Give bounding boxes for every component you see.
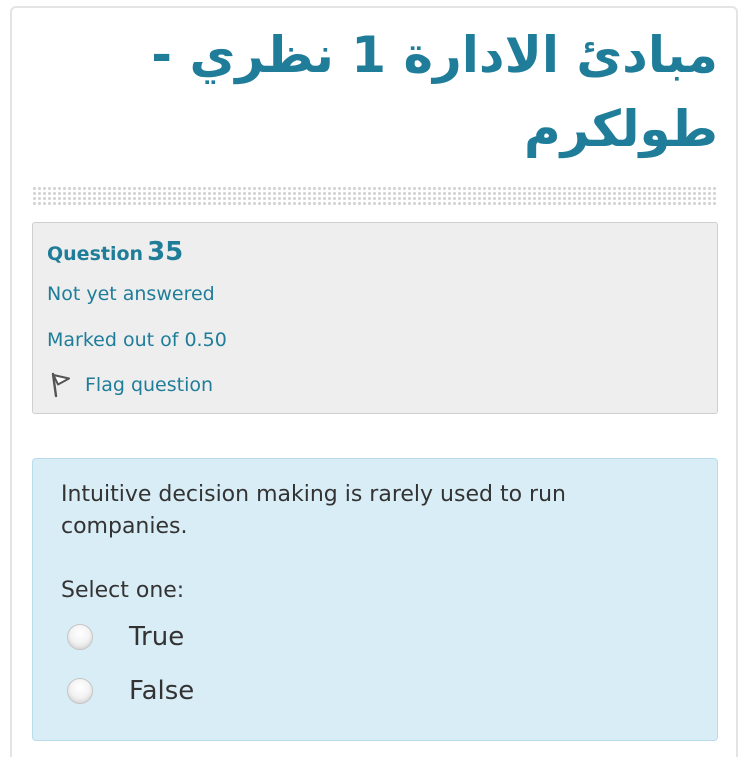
flag-question-button[interactable]: Flag question bbox=[47, 371, 213, 399]
answer-option-true[interactable]: True bbox=[67, 620, 184, 654]
question-text: Intuitive decision making is rarely used… bbox=[61, 482, 566, 539]
question-info-panel: Question 35 Not yet answered Marked out o… bbox=[32, 222, 718, 414]
question-grade: Marked out of 0.50 bbox=[47, 329, 227, 351]
course-title: مبادئ الادارة 1 نظري - طولكرم bbox=[151, 26, 718, 158]
question-number: 35 bbox=[147, 237, 184, 267]
radio-false[interactable] bbox=[67, 678, 93, 704]
select-prompt: Select one: bbox=[61, 578, 185, 603]
question-label: Question bbox=[47, 243, 144, 265]
question-number-heading: Question 35 bbox=[47, 237, 183, 267]
question-panel: Intuitive decision making is rarely used… bbox=[32, 458, 718, 741]
answer-option-false[interactable]: False bbox=[67, 674, 194, 708]
flag-question-label: Flag question bbox=[85, 374, 214, 396]
question-state: Not yet answered bbox=[47, 283, 215, 305]
title-divider bbox=[32, 186, 717, 206]
answer-label-true: True bbox=[129, 622, 185, 652]
radio-true[interactable] bbox=[67, 624, 93, 650]
answer-label-false: False bbox=[129, 676, 195, 706]
flag-icon bbox=[47, 371, 73, 399]
